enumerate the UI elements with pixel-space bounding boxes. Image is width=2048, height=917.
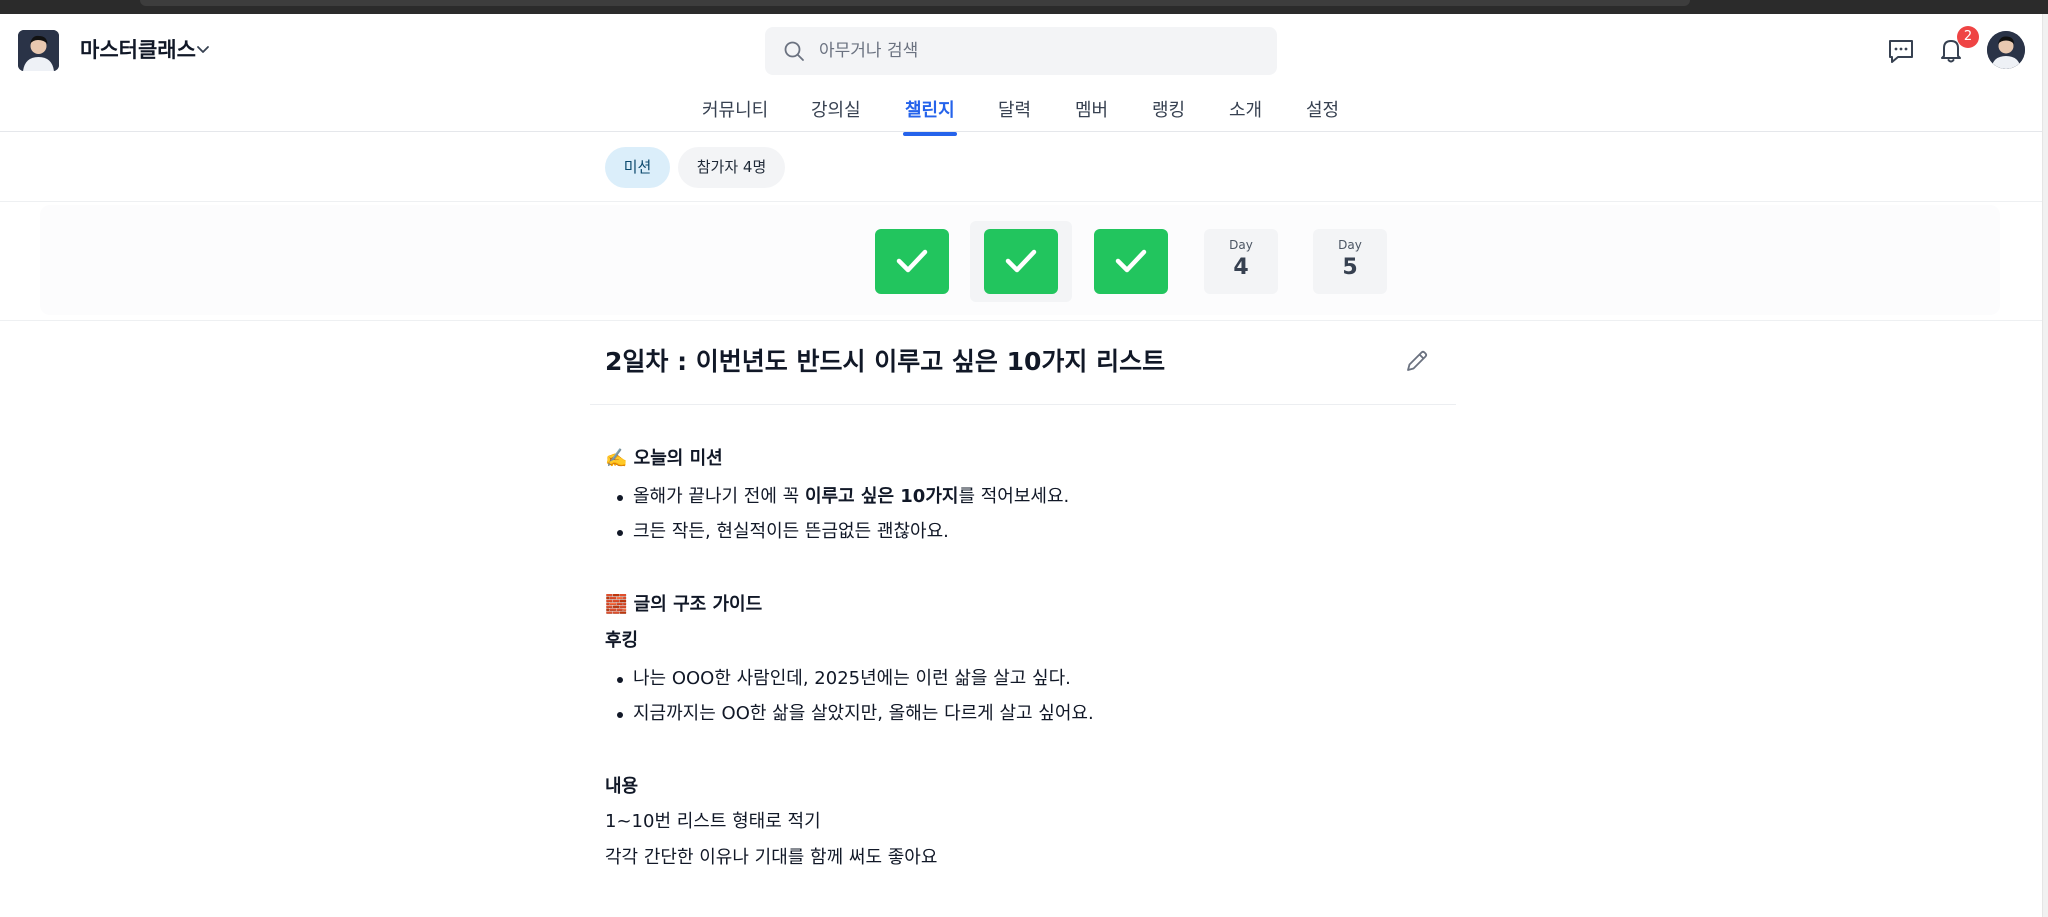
day-label: Day [1338, 238, 1362, 252]
subnav-divider [0, 201, 2042, 202]
mission-title: 2일차 : 이번년도 반드시 이루고 싶은 10가지 리스트 [605, 347, 1166, 376]
check-icon [1115, 249, 1147, 273]
main-tabs: 커뮤니티 강의실 챌린지 달력 멤버 랭킹 소개 설정 [0, 92, 2048, 136]
hooking-heading: 후킹 [605, 630, 639, 651]
chevron-down-icon[interactable] [194, 40, 212, 58]
tab-classroom[interactable]: 강의실 [811, 96, 861, 130]
day-1-completed[interactable] [875, 229, 949, 294]
scrollbar[interactable] [2042, 14, 2048, 917]
day-3-completed[interactable] [1094, 229, 1168, 294]
check-icon [896, 249, 928, 273]
mission-heading: ✍️ 오늘의 미션 [605, 448, 723, 469]
list-item: 올해가 끝나기 전에 꼭 이루고 싶은 10가지를 적어보세요. [616, 483, 1069, 511]
tab-members[interactable]: 멤버 [1075, 96, 1108, 130]
tab-community[interactable]: 커뮤니티 [702, 96, 768, 130]
browser-top-strip [0, 0, 2048, 14]
content-heading: 내용 [605, 776, 639, 797]
day-number: 4 [1233, 255, 1249, 280]
list-item: 나는 OOO한 사람인데, 2025년에는 이런 삶을 살고 싶다. [617, 665, 1071, 693]
day-number: 5 [1342, 255, 1358, 280]
tab-challenge[interactable]: 챌린지 [903, 96, 957, 136]
content-line: 각각 간단한 이유나 기대를 함께 써도 좋아요 [605, 847, 938, 868]
title-divider [590, 404, 1456, 405]
search-icon [784, 41, 804, 61]
search-input[interactable] [819, 27, 1259, 75]
community-avatar[interactable] [18, 30, 59, 71]
search-bar[interactable] [765, 27, 1277, 75]
list-item: 지금까지는 OO한 삶을 살았지만, 올해는 다르게 살고 싶어요. [617, 700, 1094, 728]
user-avatar[interactable] [1987, 31, 2025, 69]
pencil-icon[interactable] [1404, 348, 1430, 374]
tab-about[interactable]: 소개 [1229, 96, 1262, 130]
days-divider [0, 320, 2042, 321]
day-4[interactable]: Day 4 [1204, 229, 1278, 294]
day-5[interactable]: Day 5 [1313, 229, 1387, 294]
notification-badge: 2 [1957, 26, 1979, 48]
tab-settings[interactable]: 설정 [1306, 96, 1339, 130]
guide-heading: 🧱 글의 구조 가이드 [605, 594, 763, 615]
day-2-completed[interactable] [984, 229, 1058, 294]
chat-icon[interactable] [1886, 36, 1916, 66]
mission-tab[interactable]: 미션 [605, 147, 670, 188]
check-icon [1005, 249, 1037, 273]
browser-tab-bar [140, 0, 1690, 6]
day-label: Day [1229, 238, 1253, 252]
header-divider [0, 131, 2042, 132]
tab-calendar[interactable]: 달력 [998, 96, 1031, 130]
tab-ranking[interactable]: 랭킹 [1152, 96, 1185, 130]
community-name[interactable]: 마스터클래스 [80, 35, 196, 65]
content-line: 1~10번 리스트 형태로 적기 [605, 811, 821, 832]
participants-tab[interactable]: 참가자 4명 [678, 147, 785, 188]
list-item: 크든 작든, 현실적이든 뜬금없든 괜찮아요. [617, 518, 949, 546]
